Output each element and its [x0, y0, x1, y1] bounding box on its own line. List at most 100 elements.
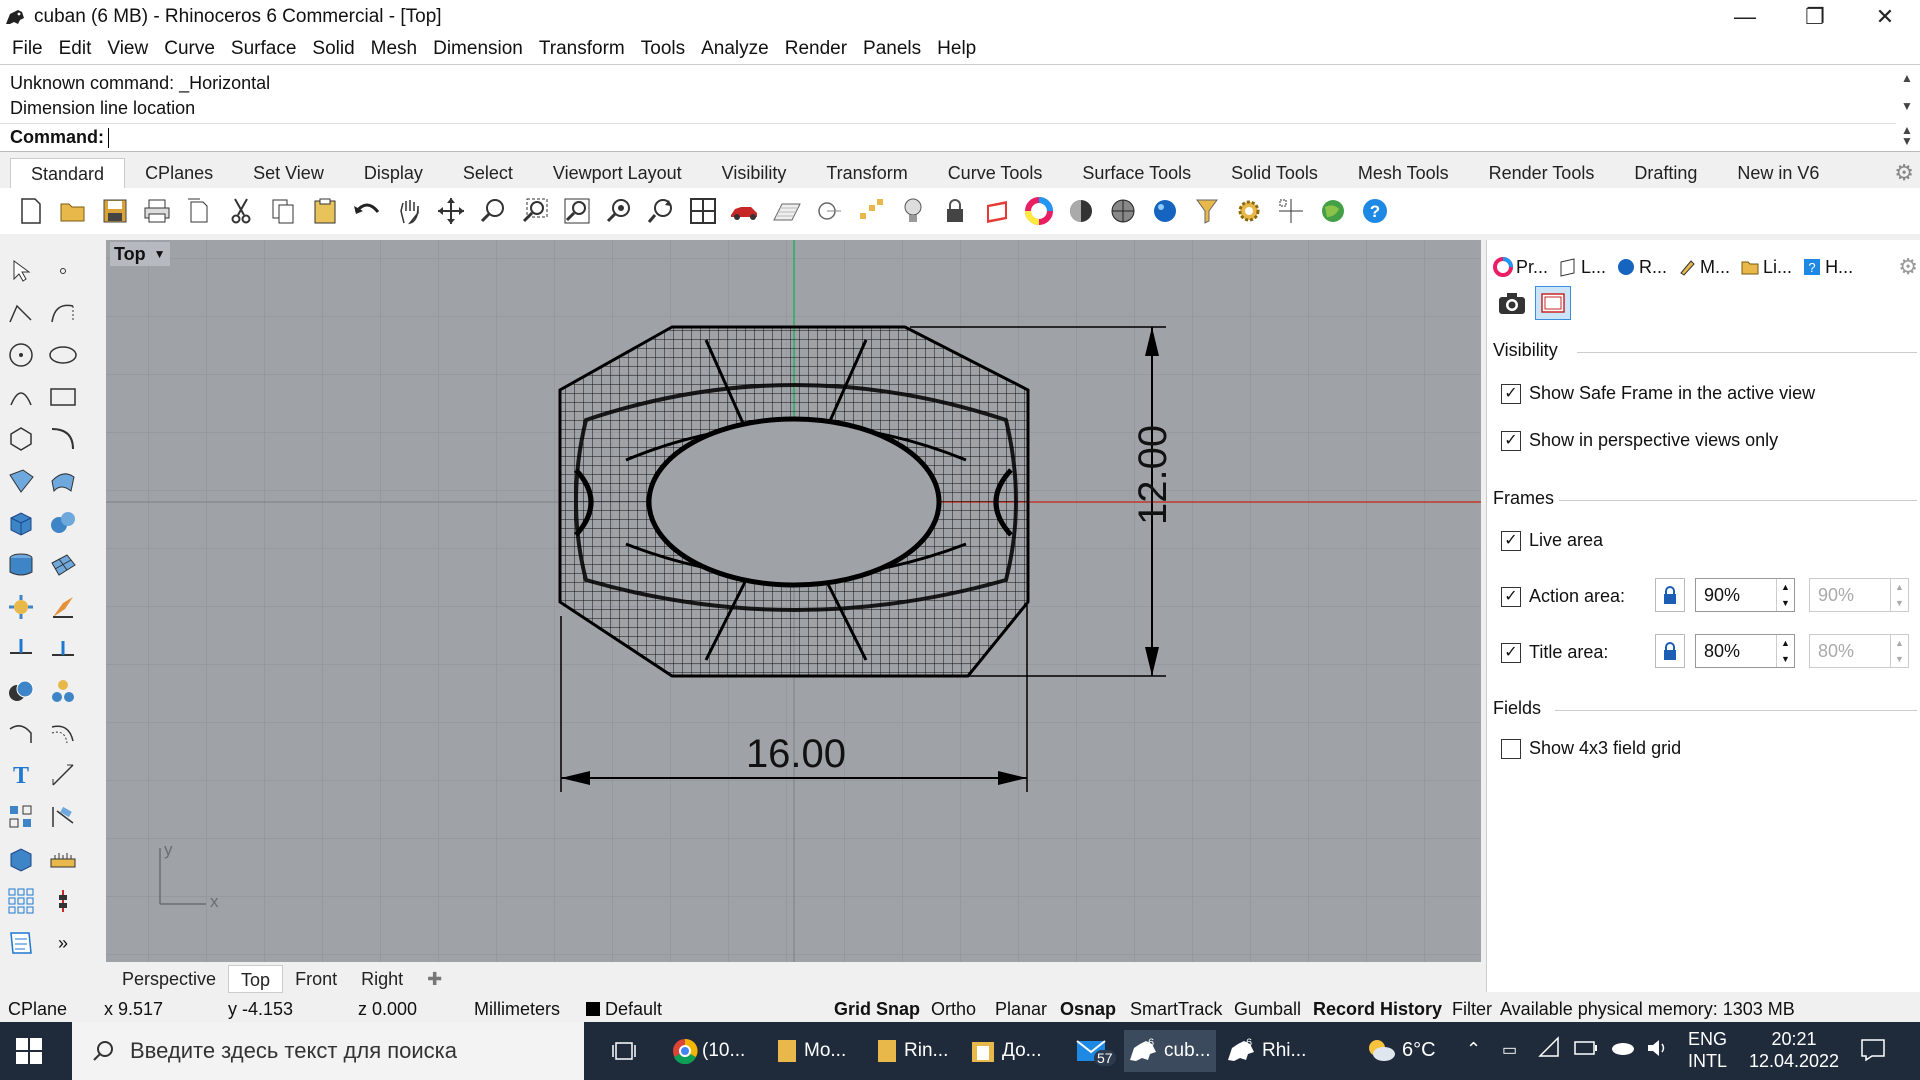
- gear-icon[interactable]: ⚙: [1898, 254, 1918, 280]
- shaded-icon[interactable]: [1064, 194, 1098, 228]
- taskbar-search[interactable]: Введите здесь текст для поиска: [72, 1022, 584, 1080]
- lock-icon[interactable]: [1655, 578, 1685, 612]
- zoom-extents-icon[interactable]: [560, 194, 594, 228]
- menu-solid[interactable]: Solid: [304, 38, 362, 60]
- rotate-icon[interactable]: [644, 194, 678, 228]
- command-input-row[interactable]: Command:: [0, 123, 1896, 151]
- menu-view[interactable]: View: [99, 38, 156, 60]
- task-view-icon[interactable]: [604, 1030, 644, 1072]
- tab-render-tools[interactable]: Render Tools: [1469, 158, 1615, 188]
- panel-tab-render[interactable]: R...: [1616, 257, 1667, 278]
- points-icon[interactable]: [854, 194, 888, 228]
- shear-icon[interactable]: [46, 800, 80, 834]
- zoom-window-icon[interactable]: [518, 194, 552, 228]
- smarttrack-toggle[interactable]: SmartTrack: [1130, 999, 1222, 1020]
- notification-icon[interactable]: [1860, 1038, 1886, 1067]
- polyline-icon[interactable]: [4, 296, 38, 330]
- group-icon[interactable]: [46, 674, 80, 708]
- wifi-icon[interactable]: [1538, 1036, 1560, 1063]
- menu-transform[interactable]: Transform: [531, 38, 633, 60]
- title-area-input[interactable]: 80% ▲ ▼: [1695, 634, 1795, 668]
- split-icon[interactable]: [4, 632, 38, 666]
- taskbar-explorer-2[interactable]: Rin...: [876, 1030, 966, 1072]
- add-viewport-icon[interactable]: ✚: [415, 965, 454, 993]
- spinner-arrows-icon[interactable]: ▲ ▼: [1776, 579, 1794, 611]
- menu-help[interactable]: Help: [929, 38, 984, 60]
- undo-icon[interactable]: [350, 194, 384, 228]
- language-indicator[interactable]: ENG INTL: [1688, 1028, 1727, 1072]
- safe-frame-icon[interactable]: [1535, 286, 1571, 320]
- ellipse-icon[interactable]: [46, 338, 80, 372]
- volume-icon[interactable]: [1646, 1036, 1670, 1065]
- pan-icon[interactable]: [392, 194, 426, 228]
- filter-icon[interactable]: [1190, 194, 1224, 228]
- close-button[interactable]: ✕: [1850, 0, 1920, 34]
- notes-icon[interactable]: [4, 926, 38, 960]
- cut-icon[interactable]: [224, 194, 258, 228]
- viewport-tab-perspective[interactable]: Perspective: [110, 965, 228, 993]
- units-status[interactable]: Millimeters: [474, 999, 560, 1020]
- planar-toggle[interactable]: Planar: [995, 999, 1047, 1020]
- rotate-view-icon[interactable]: [434, 194, 468, 228]
- copy-icon[interactable]: [266, 194, 300, 228]
- menu-render[interactable]: Render: [777, 38, 855, 60]
- title-area-checkbox[interactable]: ✓ Title area:: [1501, 642, 1608, 663]
- menu-edit[interactable]: Edit: [51, 38, 100, 60]
- freeform-icon[interactable]: [46, 422, 80, 456]
- explode-icon[interactable]: [4, 590, 38, 624]
- clock[interactable]: 20:21 12.04.2022: [1744, 1028, 1844, 1072]
- gear-icon[interactable]: ⚙: [1894, 160, 1914, 186]
- gumball-toggle[interactable]: Gumball: [1234, 999, 1301, 1020]
- trim-icon[interactable]: [46, 632, 80, 666]
- scroll-up-icon[interactable]: ▲: [1898, 71, 1916, 85]
- viewport-tab-top[interactable]: Top: [228, 965, 284, 993]
- action-area-input[interactable]: 90% ▲ ▼: [1695, 578, 1795, 612]
- osnap-icon[interactable]: [812, 194, 846, 228]
- box-icon[interactable]: [4, 506, 38, 540]
- globe-icon[interactable]: [1316, 194, 1350, 228]
- tab-cplanes[interactable]: CPlanes: [125, 158, 233, 188]
- show-safe-frame-checkbox[interactable]: ✓ Show Safe Frame in the active view: [1501, 383, 1815, 404]
- cplane-icon[interactable]: [770, 194, 804, 228]
- menu-panels[interactable]: Panels: [855, 38, 929, 60]
- menu-file[interactable]: File: [4, 38, 51, 60]
- render-sphere-icon[interactable]: [1148, 194, 1182, 228]
- panel-tab-help[interactable]: ? H...: [1802, 257, 1853, 278]
- layer-icon[interactable]: [980, 194, 1014, 228]
- array-icon[interactable]: [4, 800, 38, 834]
- tab-viewport-layout[interactable]: Viewport Layout: [533, 158, 702, 188]
- print-icon[interactable]: [140, 194, 174, 228]
- viewport-tab-front[interactable]: Front: [283, 965, 349, 993]
- extrude-surface-icon[interactable]: [46, 464, 80, 498]
- grid-icon[interactable]: [1274, 194, 1308, 228]
- mesh-icon[interactable]: [46, 548, 80, 582]
- tab-drafting[interactable]: Drafting: [1614, 158, 1717, 188]
- blend-curve-icon[interactable]: [4, 716, 38, 750]
- show-perspective-only-checkbox[interactable]: ✓ Show in perspective views only: [1501, 430, 1778, 451]
- open-icon[interactable]: [56, 194, 90, 228]
- record-history-toggle[interactable]: Record History: [1313, 999, 1442, 1020]
- zoom-icon[interactable]: [476, 194, 510, 228]
- menu-analyze[interactable]: Analyze: [693, 38, 777, 60]
- cplane-status[interactable]: CPlane: [8, 999, 67, 1020]
- lock-icon[interactable]: [938, 194, 972, 228]
- four-views-icon[interactable]: [686, 194, 720, 228]
- solid-box-icon[interactable]: [4, 842, 38, 876]
- tab-visibility[interactable]: Visibility: [702, 158, 807, 188]
- curve-icon[interactable]: [46, 296, 80, 330]
- settings-gear-icon[interactable]: [1232, 194, 1266, 228]
- help-icon[interactable]: ?: [1358, 194, 1392, 228]
- rectangle-icon[interactable]: [46, 380, 80, 414]
- spinner-arrows-icon[interactable]: ▲ ▼: [1776, 635, 1794, 667]
- sphere-icon[interactable]: [46, 506, 80, 540]
- menu-tools[interactable]: Tools: [633, 38, 693, 60]
- select-arrow-icon[interactable]: [4, 254, 38, 288]
- new-icon[interactable]: [14, 194, 48, 228]
- circle-icon[interactable]: [4, 338, 38, 372]
- tab-new-in-v6[interactable]: New in V6: [1717, 158, 1839, 188]
- panel-tab-properties[interactable]: Pr...: [1493, 257, 1548, 278]
- dropdown-arrow-icon[interactable]: ▼: [154, 247, 166, 261]
- layer-status[interactable]: Default: [605, 999, 662, 1020]
- viewport-top[interactable]: 12.00 16.00 y x Top ▼: [106, 240, 1481, 962]
- tab-display[interactable]: Display: [344, 158, 443, 188]
